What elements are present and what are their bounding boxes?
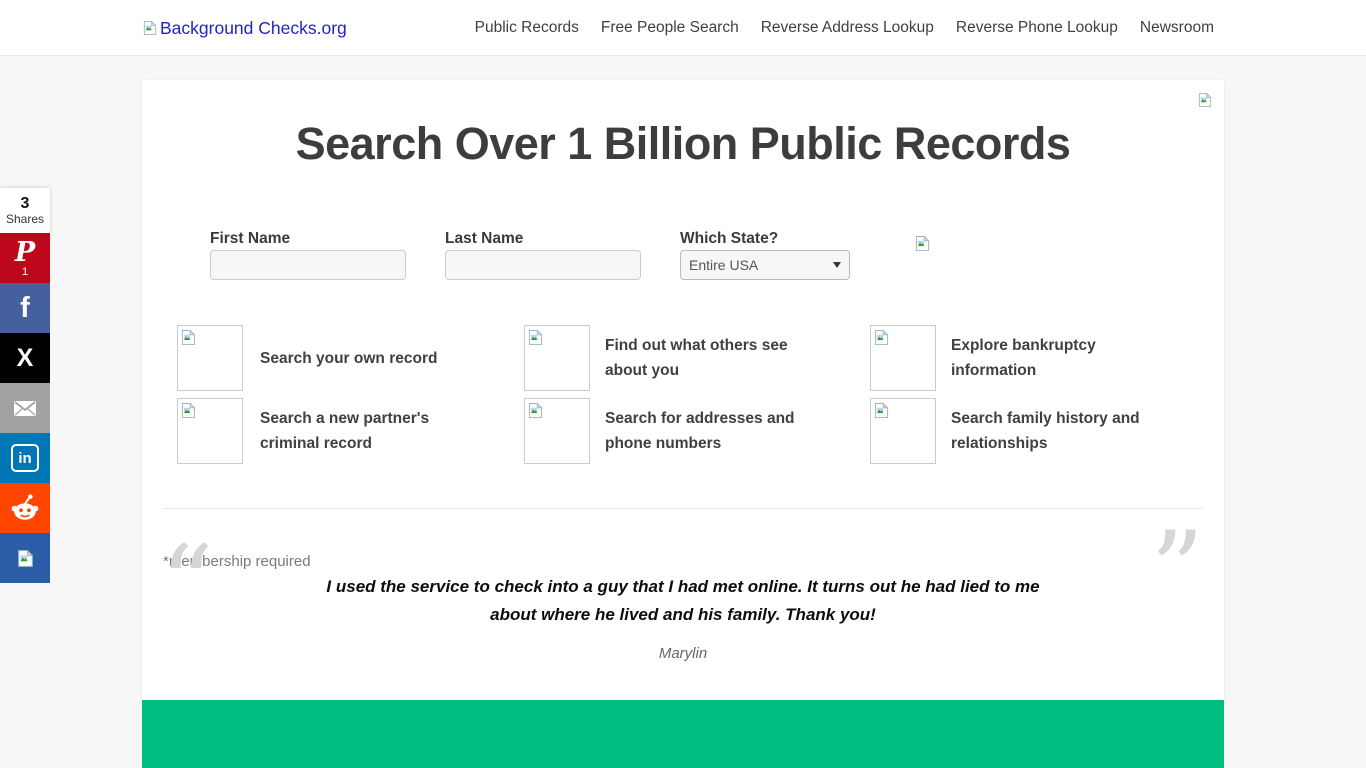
state-select[interactable]: Entire USA (680, 250, 850, 280)
reddit-icon (8, 491, 42, 525)
footer-green-band (142, 700, 1224, 768)
broken-image-icon (17, 549, 34, 568)
x-share-button[interactable]: X (0, 333, 50, 383)
broken-image-icon (1198, 92, 1212, 108)
more-share-button[interactable] (0, 533, 50, 583)
state-label: Which State? (680, 230, 778, 248)
linkedin-icon: in (11, 444, 39, 472)
feature-addresses-phones: Search for addresses and phone numbers (524, 398, 815, 464)
email-share-button[interactable] (0, 383, 50, 433)
broken-image-icon (874, 329, 889, 346)
testimonial-quote: I used the service to check into a guy t… (313, 573, 1053, 628)
membership-note: *membership required (163, 553, 311, 570)
top-navigation: Background Checks.org Public Records Fre… (0, 0, 1366, 56)
feature-what-others-see: Find out what others see about you (524, 325, 815, 391)
nav-reverse-phone-lookup[interactable]: Reverse Phone Lookup (956, 19, 1118, 37)
broken-image-icon (143, 20, 157, 36)
feature-label: Search family history and relationships (951, 406, 1161, 456)
testimonial-author: Marylin (142, 645, 1224, 662)
broken-image-icon (915, 235, 930, 252)
first-name-input[interactable] (210, 250, 406, 280)
x-twitter-icon: X (17, 345, 34, 371)
feature-image-placeholder (870, 325, 936, 391)
nav-free-people-search[interactable]: Free People Search (601, 19, 739, 37)
pinterest-icon: P (15, 239, 35, 266)
broken-image-icon (528, 402, 543, 419)
nav-newsroom[interactable]: Newsroom (1140, 19, 1214, 37)
main-nav: Public Records Free People Search Revers… (475, 0, 1214, 56)
pinterest-share-count: 1 (22, 266, 28, 278)
reddit-share-button[interactable] (0, 483, 50, 533)
linkedin-share-button[interactable]: in (0, 433, 50, 483)
feature-own-record: Search your own record (177, 325, 455, 391)
facebook-icon: f (20, 293, 30, 323)
site-logo[interactable]: Background Checks.org (143, 0, 347, 56)
feature-family-history: Search family history and relationships (870, 398, 1161, 464)
pinterest-share-button[interactable]: P 1 (0, 233, 50, 283)
last-name-label: Last Name (445, 230, 523, 248)
feature-image-placeholder (870, 398, 936, 464)
feature-label: Explore bankruptcy information (951, 333, 1161, 383)
share-count-label: Shares (6, 212, 44, 226)
feature-label: Search for addresses and phone numbers (605, 406, 815, 456)
feature-image-placeholder (177, 325, 243, 391)
nav-public-records[interactable]: Public Records (475, 19, 579, 37)
page-title: Search Over 1 Billion Public Records (142, 118, 1224, 170)
last-name-input[interactable] (445, 250, 641, 280)
state-select-wrap: Entire USA (680, 250, 850, 280)
logo-text: Background Checks.org (160, 18, 347, 39)
first-name-label: First Name (210, 230, 290, 248)
share-counter: 3 Shares (0, 188, 50, 233)
feature-image-placeholder (524, 398, 590, 464)
hero-card: Search Over 1 Billion Public Records Fir… (142, 80, 1224, 700)
nav-reverse-address-lookup[interactable]: Reverse Address Lookup (761, 19, 934, 37)
broken-image-icon (874, 402, 889, 419)
broken-image-icon (528, 329, 543, 346)
share-sidebar: 3 Shares P 1 f X in (0, 188, 50, 583)
share-count-number: 3 (21, 195, 30, 212)
feature-image-placeholder (524, 325, 590, 391)
feature-image-placeholder (177, 398, 243, 464)
feature-label: Search your own record (260, 346, 455, 371)
feature-label: Search a new partner's criminal record (260, 406, 455, 456)
testimonial-quote-wrap: I used the service to check into a guy t… (142, 573, 1224, 628)
feature-partner-criminal-record: Search a new partner's criminal record (177, 398, 455, 464)
broken-image-icon (181, 329, 196, 346)
envelope-icon (11, 394, 39, 422)
broken-image-icon (181, 402, 196, 419)
facebook-share-button[interactable]: f (0, 283, 50, 333)
section-divider (163, 508, 1203, 509)
feature-bankruptcy: Explore bankruptcy information (870, 325, 1161, 391)
feature-label: Find out what others see about you (605, 333, 815, 383)
